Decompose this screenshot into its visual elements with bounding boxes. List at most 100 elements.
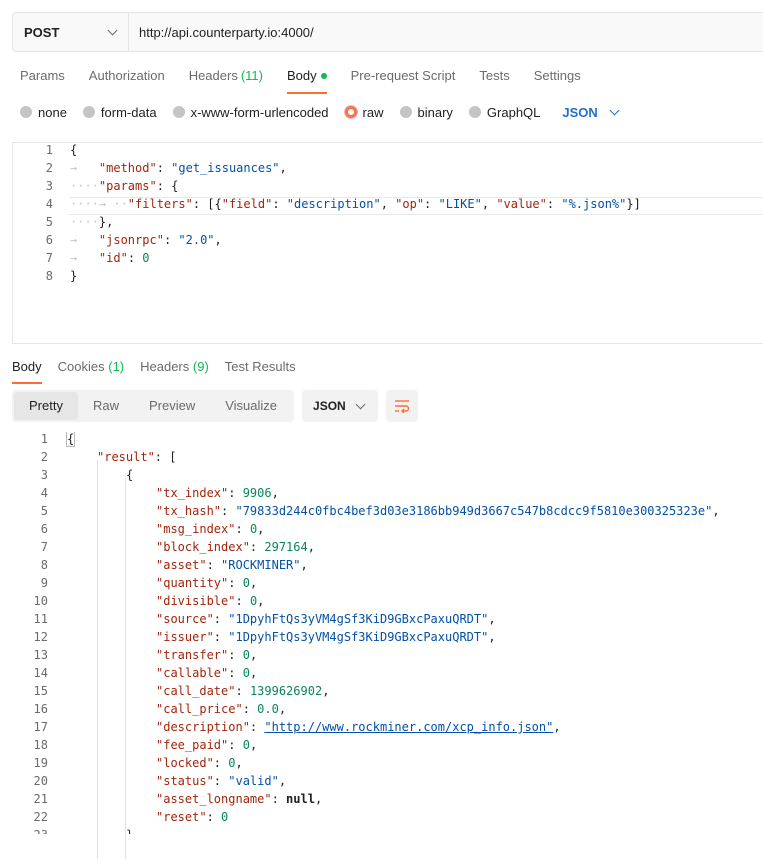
line-number: 7 [40,540,48,554]
line-number: 5 [40,504,48,518]
tab-response-body[interactable]: Body [12,356,42,384]
body-type-raw[interactable]: raw [344,105,384,120]
url-input[interactable]: http://api.counterparty.io:4000/ [129,25,314,40]
response-tabs: Body Cookies (1) Headers (9) Test Result… [12,356,312,384]
code-line: → "method": "get_issuances", [70,161,287,175]
tab-tests[interactable]: Tests [479,62,509,90]
mode-visualize[interactable]: Visualize [210,392,292,420]
line-number: 16 [33,702,48,716]
format-label: JSON [313,399,346,413]
indent-guide [97,460,98,859]
json-key: "transfer" [156,648,229,662]
code-line-text: "params": { [98,179,179,193]
tab-label: Headers [140,359,190,374]
radio-icon [468,106,481,118]
json-number: 0 [242,648,250,662]
body-type-binary[interactable]: binary [399,105,453,120]
tab-cookies[interactable]: Cookies (1) [58,356,124,378]
json-key: "asset_longname" [156,792,272,806]
code-line: "asset_longname": null, [156,792,323,806]
json-number: 297164 [264,540,308,554]
tab-headers[interactable]: Headers (11) [189,62,263,90]
json-key: "msg_index" [156,522,236,536]
code-line: "msg_index": 0, [156,522,265,536]
json-key: "tx_hash" [156,504,222,518]
json-number: 0.0 [257,702,279,716]
tab-pre-request-script[interactable]: Pre-request Script [351,62,456,90]
tab-body[interactable]: Body [286,62,327,94]
json-key: "tx_index" [156,486,229,500]
code-line: ····"params": { [70,179,178,193]
line-number: 23 [8,828,48,834]
tab-marker: → [70,233,99,247]
tab-label: Pre-request Script [350,68,456,83]
radio-icon [82,106,95,118]
body-type-urlencoded[interactable]: x-www-form-urlencoded [172,104,329,120]
code-line: "divisible": 0, [156,594,265,608]
code-line: "issuer": "1DpyhFtQs3yVM4gSf3KiD9GBxcPax… [156,630,496,644]
code-line: "quantity": 0, [156,576,258,590]
json-string: "1DpyhFtQs3yVM4gSf3KiD9GBxcPaxuQRDT" [228,612,489,626]
code-line: "result": [ [97,450,177,464]
tab-label: Tests [479,68,510,83]
json-link[interactable]: "http://www.rockminer.com/xcp_info.json" [264,720,553,734]
code-line-text: "jsonrpc": "2.0", [98,233,222,247]
tab-response-headers[interactable]: Headers (9) [140,356,209,378]
chevron-down-icon [107,25,118,35]
radio-label: x-www-form-urlencoded [190,104,329,120]
code-line-text: }, [98,215,114,229]
code-line: ····→ ··"filters": [{"field": "descripti… [70,197,641,211]
body-type-none[interactable]: none [20,105,67,120]
tab-label: Body [12,359,42,374]
json-string: "1DpyhFtQs3yVM4gSf3KiD9GBxcPaxuQRDT" [228,630,489,644]
mode-preview[interactable]: Preview [134,392,210,420]
matched-bracket: { [65,432,76,447]
line-number: 2 [45,161,53,175]
code-line-text: "id": 0 [98,251,150,265]
line-number: 3 [45,179,53,193]
wrap-lines-button[interactable] [386,390,419,422]
mode-raw[interactable]: Raw [78,392,134,420]
radio-label: form-data [100,104,157,120]
line-number: 3 [40,468,48,482]
response-toolbar: Pretty Raw Preview Visualize JSON [12,390,419,422]
body-type-form-data[interactable]: form-data [82,104,157,120]
code-line-text: "method": "get_issuances", [98,161,287,175]
radio-selected-icon [344,106,357,118]
code-line: "source": "1DpyhFtQs3yVM4gSf3KiD9GBxcPax… [156,612,496,626]
tab-label: Cookies [57,359,105,374]
line-number: 4 [40,486,48,500]
json-number: 0 [242,738,250,752]
line-number: 17 [33,720,48,734]
request-tabs: Params Authorization Headers (11) Body Pr… [20,62,605,94]
tab-authorization[interactable]: Authorization [89,62,165,90]
code-line: → "id": 0 [70,251,150,265]
line-number: 4 [45,197,53,211]
line-number: 18 [33,738,48,752]
tab-test-results[interactable]: Test Results [225,356,296,378]
line-number: 6 [40,522,48,536]
response-body-viewer[interactable]: { "result": [ { } 1234567891011121314151… [0,432,763,859]
line-number: 14 [33,666,48,680]
response-format-dropdown[interactable]: JSON [302,390,379,422]
tab-settings[interactable]: Settings [534,62,581,90]
line-number: 21 [33,792,48,806]
line-number: 5 [45,215,53,229]
request-body-editor[interactable]: 1 2 3 4 5 6 7 8 { → "method": "get_issua… [12,142,763,344]
radio-icon [399,106,412,118]
line-number: 20 [33,774,48,788]
tab-marker: → [70,251,99,265]
json-number: 1399626902 [249,684,323,698]
json-string: "valid" [228,774,279,788]
code-line: "call_price": 0.0, [156,702,287,716]
tab-label: Settings [533,68,581,83]
body-type-graphql[interactable]: GraphQL [468,105,540,120]
tab-label: Test Results [224,359,296,374]
tab-params[interactable]: Params [20,62,65,90]
text-wrap-icon [395,400,410,413]
raw-format-dropdown[interactable]: JSON [562,105,620,120]
method-select[interactable]: POST [13,13,129,51]
mode-pretty[interactable]: Pretty [14,392,78,420]
line-number: 15 [33,684,48,698]
code-line: "locked": 0, [156,756,243,770]
